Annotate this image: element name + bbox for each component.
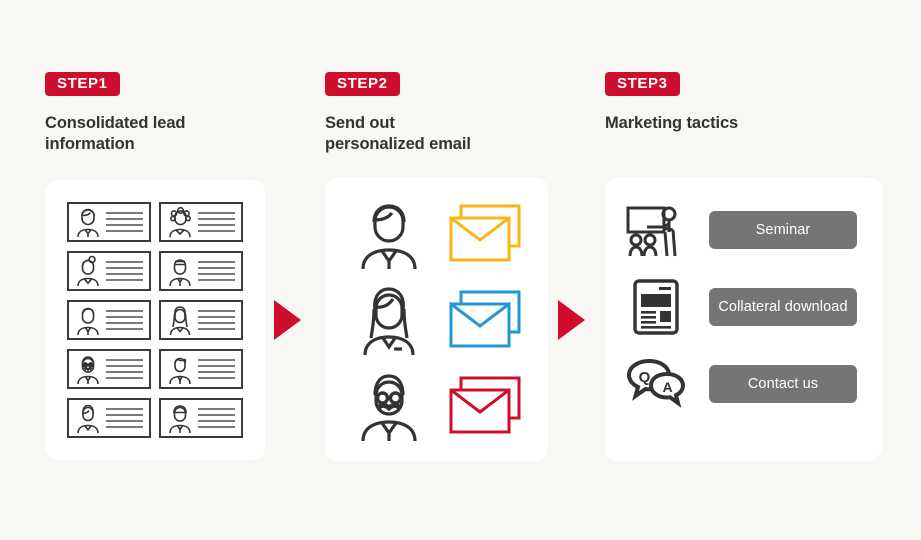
card-text-lines	[106, 359, 145, 379]
envelope-stack-icon	[449, 290, 521, 348]
envelope-stack-icon	[449, 204, 521, 262]
business-card	[67, 251, 151, 291]
business-card	[67, 300, 151, 340]
step-1-badge: STEP1	[45, 72, 120, 96]
man-suit-icon	[77, 307, 99, 336]
card-text-lines	[198, 359, 237, 379]
email-row	[325, 278, 548, 360]
collateral-download-button[interactable]: Collateral download	[709, 288, 857, 326]
envelope-stack-icon	[449, 376, 521, 434]
email-rows	[325, 192, 548, 446]
tactic-row-contact: Q A Contact us	[605, 350, 882, 418]
card-text-lines	[198, 261, 237, 281]
tactic-rows: Seminar Collateral download Q A Contact …	[605, 196, 882, 418]
business-card	[159, 202, 243, 242]
step-1-title-line-1: Consolidated lead	[45, 114, 186, 132]
woman-long-hair-icon	[169, 306, 191, 336]
tactic-row-collateral: Collateral download	[605, 273, 882, 341]
step-2-header: STEP2 Send out personalized email	[325, 72, 548, 155]
business-card	[67, 398, 151, 438]
email-panel	[325, 178, 548, 461]
step-1-header: STEP1 Consolidated lead information	[45, 72, 265, 155]
business-card	[67, 349, 151, 389]
seminar-presenter-icon	[626, 206, 677, 257]
business-card-grid	[67, 202, 243, 438]
business-card	[159, 251, 243, 291]
step-3-badge: STEP3	[605, 72, 680, 96]
card-text-lines	[106, 310, 145, 330]
seminar-button[interactable]: Seminar	[709, 211, 857, 249]
contact-us-button[interactable]: Contact us	[709, 365, 857, 403]
woman-bob-hair-icon	[77, 404, 99, 434]
step-2-title: Send out personalized email	[325, 113, 548, 155]
step-2-title-line-1: Send out	[325, 114, 395, 132]
step-2-badge: STEP2	[325, 72, 400, 96]
card-text-lines	[106, 261, 145, 281]
business-card	[159, 300, 243, 340]
business-card	[159, 349, 243, 389]
tactics-panel: Seminar Collateral download Q A Contact …	[605, 178, 882, 461]
step-3-title-line-1: Marketing tactics	[605, 114, 739, 132]
business-card	[159, 398, 243, 438]
card-text-lines	[198, 408, 237, 428]
card-text-lines	[106, 212, 145, 232]
tactic-row-seminar: Seminar	[605, 196, 882, 264]
man-short-hair-suit-icon	[77, 208, 99, 238]
step-2-title-line-2: personalized email	[325, 134, 471, 153]
card-text-lines	[198, 212, 237, 232]
email-row	[325, 192, 548, 274]
businesswoman-long-hair-icon	[363, 287, 415, 356]
man-wavy-hair-tie-icon	[169, 357, 191, 385]
card-text-lines	[198, 310, 237, 330]
email-row	[325, 364, 548, 446]
man-flat-hair-suit-icon	[169, 259, 191, 287]
arrow-step1-to-step2	[274, 300, 301, 340]
svg-text:A: A	[662, 379, 672, 395]
lead-cards-panel	[45, 180, 265, 460]
step-3-title: Marketing tactics	[605, 113, 882, 134]
marketing-funnel-diagram: STEP1 Consolidated lead information STEP…	[0, 0, 921, 540]
business-card	[67, 202, 151, 242]
step-1-title-line-2: information	[45, 134, 135, 153]
senior-man-glasses-mustache-icon	[361, 374, 417, 442]
step-3-header: STEP3 Marketing tactics	[605, 72, 882, 134]
arrow-step2-to-step3	[558, 300, 585, 340]
qa-speech-bubbles-icon: Q A	[626, 358, 686, 408]
businessman-tie-icon	[361, 204, 417, 270]
woman-bun-hair-icon	[77, 255, 99, 287]
woman-curly-hair-icon	[169, 206, 191, 238]
document-download-icon	[633, 279, 679, 335]
svg-text:Q: Q	[639, 369, 651, 386]
man-glasses-mustache-icon	[77, 356, 99, 385]
card-text-lines	[106, 408, 145, 428]
step-1-title: Consolidated lead information	[45, 113, 265, 155]
man-cap-suit-icon	[169, 405, 191, 434]
